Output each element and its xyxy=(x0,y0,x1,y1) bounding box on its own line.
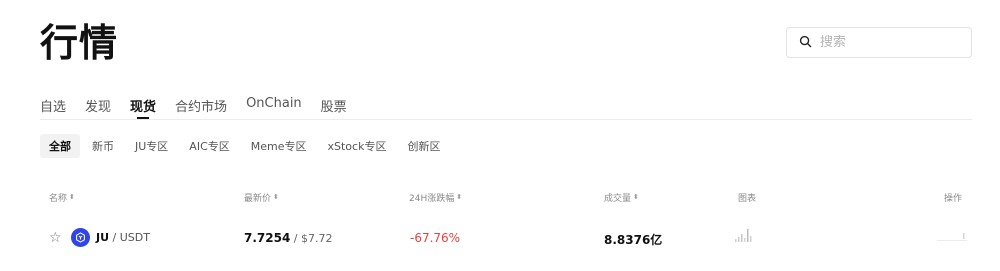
mini-chart xyxy=(735,229,752,242)
tab-onchain[interactable]: OnChain xyxy=(246,96,302,120)
subtab-meme[interactable]: Meme专区 xyxy=(242,134,316,158)
tab-futures[interactable]: 合约市场 xyxy=(175,96,227,120)
tabs-divider xyxy=(40,119,972,120)
subtab-aic[interactable]: AIC专区 xyxy=(180,134,238,158)
column-header-name[interactable]: 名称 ⬍ xyxy=(49,191,75,204)
subtab-all[interactable]: 全部 xyxy=(40,134,80,158)
pair-base: JU xyxy=(96,231,110,244)
pair-quote: USDT xyxy=(119,231,150,244)
sort-icon: ⬍ xyxy=(69,193,75,201)
sort-icon: ⬍ xyxy=(456,193,463,201)
subtab-ju[interactable]: JU专区 xyxy=(126,134,177,158)
column-change-label: 24H涨跌幅 xyxy=(409,194,455,204)
tab-discover[interactable]: 发现 xyxy=(85,96,111,120)
sort-icon: ⬍ xyxy=(273,193,279,201)
column-header-last-price[interactable]: 最新价 ⬍ xyxy=(244,191,279,204)
column-chart-label: 图表 xyxy=(738,194,757,204)
column-header-volume[interactable]: 成交量 ⬍ xyxy=(604,191,639,204)
column-last-price-label: 最新价 xyxy=(244,194,272,204)
tab-spot[interactable]: 现货 xyxy=(130,96,156,120)
last-price: 7.7254 xyxy=(244,231,291,245)
search-input[interactable] xyxy=(820,35,960,50)
subtab-innovation[interactable]: 创新区 xyxy=(398,134,449,158)
sort-icon: ⬍ xyxy=(633,193,639,201)
column-name-label: 名称 xyxy=(49,194,68,204)
column-header-chart: 图表 xyxy=(738,191,756,204)
tab-stocks[interactable]: 股票 xyxy=(321,96,347,120)
trading-pair[interactable]: JU / USDT xyxy=(96,231,150,244)
column-header-change[interactable]: 24H涨跌幅 ⬍ xyxy=(409,191,462,204)
usd-price: $7.72 xyxy=(301,232,333,245)
volume: 8.8376亿 xyxy=(604,233,663,247)
action-placeholder xyxy=(937,233,967,241)
price-separator: / xyxy=(290,232,302,245)
category-tabs: 全部 新币 JU专区 AIC专区 Meme专区 xStock专区 创新区 xyxy=(40,134,452,158)
change-24h: -67.76% xyxy=(410,231,461,245)
column-volume-label: 成交量 xyxy=(604,194,632,204)
market-tabs: 自选 发现 现货 合约市场 OnChain 股票 xyxy=(40,96,366,120)
column-action-label: 操作 xyxy=(944,194,963,204)
search-box[interactable] xyxy=(786,27,972,58)
column-header-action: 操作 xyxy=(944,191,962,204)
table-row[interactable]: ☆ JU / USDT 7.7254 / $7.72 -67.76% 8.837… xyxy=(0,224,1000,254)
subtab-xstock[interactable]: xStock专区 xyxy=(319,134,396,158)
tab-favorites[interactable]: 自选 xyxy=(40,96,66,120)
last-price-cell: 7.7254 / $7.72 xyxy=(244,231,333,245)
pair-separator: / xyxy=(109,231,120,244)
page-title: 行情 xyxy=(40,21,119,65)
ju-coin-logo xyxy=(71,228,90,247)
subtab-new[interactable]: 新币 xyxy=(83,134,123,158)
star-outline-icon[interactable]: ☆ xyxy=(49,230,62,246)
search-icon xyxy=(799,33,812,52)
